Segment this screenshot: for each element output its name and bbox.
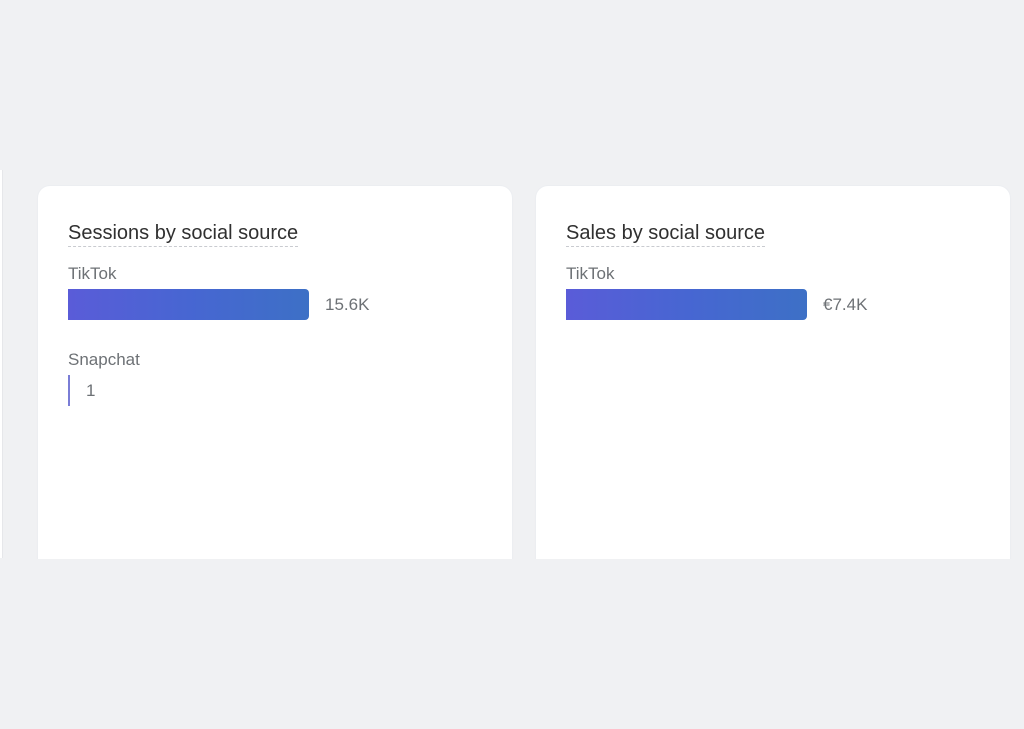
bar-value: 1 (86, 380, 96, 400)
bar-label: TikTok (68, 264, 117, 283)
card-title[interactable]: Sales by social source (566, 221, 765, 247)
card-title[interactable]: Sessions by social source (68, 221, 299, 247)
bar-row-tiktok: TikTok €7.4K (566, 264, 986, 350)
bar-fill[interactable] (566, 289, 807, 320)
bar-value: €7.4K (823, 294, 868, 314)
bar-row-snapchat: Snapchat 1 (68, 350, 488, 436)
bar-row-tiktok: TikTok 15.6K (68, 264, 488, 350)
left-panel-edge (0, 170, 3, 558)
bar-track: 15.6K (68, 289, 369, 320)
bar-fill[interactable] (68, 289, 309, 320)
bar-list: TikTok 15.6K Snapchat 1 (68, 264, 488, 436)
bar-label: TikTok (566, 264, 615, 283)
bar-value: 15.6K (325, 294, 370, 314)
bar-track: €7.4K (566, 289, 867, 320)
lower-background (0, 559, 1024, 729)
bar-list: TikTok €7.4K (566, 264, 986, 350)
bar-track: 1 (68, 375, 95, 406)
bar-fill[interactable] (68, 375, 70, 406)
sales-by-social-source-card: Sales by social source TikTok €7.4K (536, 186, 1010, 586)
bar-label: Snapchat (68, 350, 140, 369)
sessions-by-social-source-card: Sessions by social source TikTok 15.6K S… (38, 186, 512, 586)
